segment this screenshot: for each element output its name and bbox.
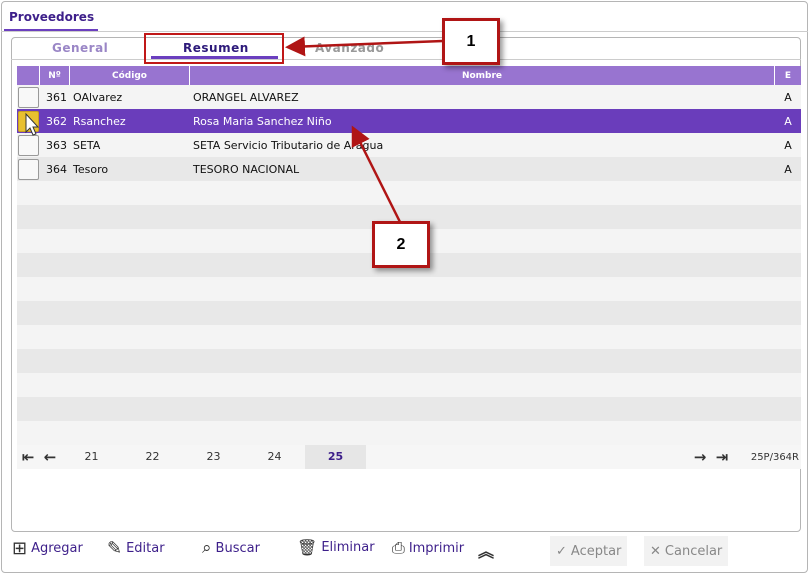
cell-nombre: Rosa Maria Sanchez Niño [193, 114, 332, 128]
table-row[interactable]: 364 Tesoro TESORO NACIONAL A [17, 157, 801, 181]
empty-row [17, 325, 801, 349]
first-page-icon[interactable]: ⇤ [17, 448, 39, 466]
search-label: Buscar [215, 540, 260, 556]
prev-page-icon[interactable]: ← [39, 448, 61, 466]
add-icon: ⊞ [12, 538, 28, 559]
cell-e: A [784, 138, 792, 152]
add-button[interactable]: ⊞ Agregar [12, 538, 83, 559]
page-link-current[interactable]: 25 [305, 445, 366, 469]
table-row[interactable]: 361 OAlvarez ORANGEL ALVAREZ A [17, 85, 801, 109]
print-button[interactable]: ⎙ Imprimir [392, 538, 464, 558]
page-link[interactable]: 24 [244, 445, 305, 469]
header-num[interactable]: Nº [40, 66, 70, 85]
cell-e: A [784, 90, 792, 104]
add-label: Agregar [31, 541, 83, 556]
next-page-icon[interactable]: → [689, 448, 711, 466]
tab-avanzado[interactable]: Avanzado [315, 41, 384, 55]
cell-num: 364 [46, 162, 67, 176]
cancel-label: Cancelar [664, 543, 723, 559]
cell-codigo: SETA [73, 138, 101, 152]
empty-row [17, 349, 801, 373]
cancel-button[interactable]: ✕ Cancelar [644, 536, 729, 566]
check-icon: ✓ [556, 543, 567, 559]
empty-row [17, 373, 801, 397]
tab-general[interactable]: General [52, 41, 108, 55]
page-link[interactable]: 22 [122, 445, 183, 469]
edit-icon: ✎ [107, 538, 123, 559]
empty-row [17, 181, 801, 205]
last-page-icon[interactable]: ⇥ [711, 448, 733, 466]
page-link[interactable]: 23 [183, 445, 244, 469]
row-checkbox[interactable] [18, 158, 39, 180]
empty-row [17, 397, 801, 421]
cell-nombre: SETA Servicio Tributario de Aragua [193, 138, 384, 152]
empty-row [17, 421, 801, 445]
cell-codigo: OAlvarez [73, 90, 123, 104]
search-icon: ⌕ [202, 538, 212, 558]
page-link[interactable]: 21 [61, 445, 122, 469]
header-codigo[interactable]: Código [70, 66, 190, 85]
table-row-selected[interactable]: 362 Rsanchez Rosa Maria Sanchez Niño A [17, 109, 801, 133]
header-nombre[interactable]: Nombre [190, 66, 775, 85]
pagination: ⇤ ← 21 22 23 24 25 → ⇥ 25P/364R [17, 445, 801, 469]
cell-codigo: Tesoro [73, 162, 109, 176]
cell-num: 361 [46, 90, 67, 104]
table-row[interactable]: 363 SETA SETA Servicio Tributario de Aragu… [17, 133, 801, 157]
printer-icon: ⎙ [392, 538, 405, 557]
accept-button[interactable]: ✓ Aceptar [550, 536, 628, 566]
tab-divider [11, 59, 801, 60]
header-e[interactable]: E [775, 66, 801, 85]
cell-nombre: ORANGEL ALVAREZ [193, 90, 299, 104]
row-checkbox[interactable] [18, 86, 39, 108]
pager-summary: 25P/364R [750, 451, 799, 463]
trash-icon: 🗑 [297, 538, 318, 557]
cell-num: 363 [46, 138, 67, 152]
delete-button[interactable]: 🗑 Eliminar [297, 538, 375, 557]
delete-label: Eliminar [321, 540, 375, 555]
cell-nombre: TESORO NACIONAL [193, 162, 300, 176]
header-select [17, 66, 40, 85]
cell-e: A [784, 114, 792, 128]
grid-header: Nº Código Nombre E [17, 66, 801, 85]
cell-num: 362 [46, 114, 67, 128]
divider [1, 31, 808, 32]
close-icon: ✕ [650, 543, 661, 559]
callout-1: 1 [442, 18, 500, 65]
edit-label: Editar [126, 541, 165, 556]
mouse-cursor-icon [25, 112, 40, 136]
empty-row [17, 301, 801, 325]
collapse-icon[interactable]: ︽ [478, 538, 494, 562]
accept-label: Aceptar [570, 543, 622, 559]
cell-codigo: Rsanchez [73, 114, 126, 128]
edit-button[interactable]: ✎ Editar [107, 538, 165, 559]
search-button[interactable]: ⌕ Buscar [202, 538, 260, 558]
highlight-box [144, 33, 284, 64]
print-label: Imprimir [408, 540, 465, 556]
page-title: Proveedores [9, 10, 95, 24]
callout-2: 2 [372, 221, 430, 268]
cell-e: A [784, 162, 792, 176]
empty-row [17, 277, 801, 301]
